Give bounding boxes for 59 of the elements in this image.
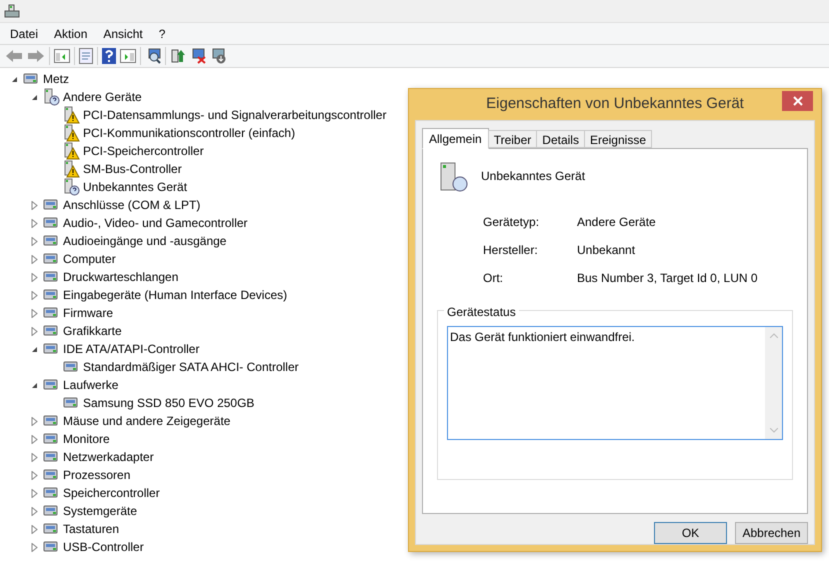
tree-item[interactable]: Audioeingänge und -ausgänge xyxy=(63,232,226,250)
tree-item[interactable]: Andere Geräte xyxy=(63,88,142,106)
tree-item[interactable]: USB-Controller xyxy=(63,538,144,556)
disable-device-icon[interactable] xyxy=(190,48,206,64)
property-value: Unbekannt xyxy=(577,242,636,259)
tree-item[interactable]: Unbekanntes Gerät xyxy=(83,178,188,196)
tree-item[interactable]: Speichercontroller xyxy=(63,484,160,502)
property-value: Bus Number 3, Target Id 0, LUN 0 xyxy=(577,270,758,287)
status-text-field[interactable]: Das Gerät funktioniert einwandfrei. xyxy=(447,326,783,440)
cancel-button[interactable]: Abbrechen xyxy=(735,522,808,544)
forward-arrow-icon[interactable] xyxy=(27,49,45,63)
close-icon xyxy=(792,96,802,106)
ok-button[interactable]: OK xyxy=(654,522,727,544)
tree-item[interactable]: Grafikkarte xyxy=(63,322,122,340)
tree-item[interactable]: Audio-, Video- und Gamecontroller xyxy=(63,214,248,232)
tree-item[interactable]: PCI-Datensammlungs- und Signalverarbeitungscontroller xyxy=(83,106,386,124)
device-name: Unbekanntes Gerät xyxy=(481,168,586,185)
tree-item[interactable]: Druckwarteschlangen xyxy=(63,268,178,286)
close-button[interactable] xyxy=(782,91,813,111)
tree-item[interactable]: Prozessoren xyxy=(63,466,130,484)
tree-item[interactable]: Standardmäßiger SATA AHCI- Controller xyxy=(83,358,299,376)
tab[interactable]: Allgemein xyxy=(422,128,489,149)
tree-item[interactable]: Anschlüsse (COM & LPT) xyxy=(63,196,200,214)
menu-item[interactable]: Ansicht xyxy=(97,24,149,42)
tree-item[interactable]: Systemgeräte xyxy=(63,502,138,520)
app-icon xyxy=(4,3,20,19)
tab[interactable]: Treiber xyxy=(488,130,538,148)
tree-item[interactable]: Firmware xyxy=(63,304,113,322)
back-arrow-icon[interactable] xyxy=(5,49,23,63)
tree-item[interactable]: Laufwerke xyxy=(63,376,118,394)
tree-item[interactable]: SM-Bus-Controller xyxy=(83,160,182,178)
panel-icon[interactable] xyxy=(54,49,70,63)
tree-item[interactable]: IDE ATA/ATAPI-Controller xyxy=(63,340,200,358)
help-icon[interactable] xyxy=(102,48,116,64)
uninstall-device-icon[interactable] xyxy=(210,48,226,64)
tree-item[interactable]: Eingabegeräte (Human Interface Devices) xyxy=(63,286,288,304)
property-label: Hersteller: xyxy=(483,242,539,259)
property-label: Gerätetyp: xyxy=(483,214,540,231)
update-driver-icon[interactable] xyxy=(170,48,186,64)
property-label: Ort: xyxy=(483,270,504,287)
tree-item[interactable]: PCI-Kommunikationscontroller (einfach) xyxy=(83,124,296,142)
tree-item[interactable]: Samsung SSD 850 EVO 250GB xyxy=(83,394,254,412)
status-text: Das Gerät funktioniert einwandfrei. xyxy=(450,330,635,344)
menu-item[interactable]: Datei xyxy=(4,24,44,42)
panel-icon[interactable] xyxy=(120,49,136,63)
properties-icon[interactable] xyxy=(79,48,93,64)
dialog-title: Eigenschaften von Unbekanntes Gerät xyxy=(486,94,744,114)
tab[interactable]: Details xyxy=(536,130,585,148)
property-value: Andere Geräte xyxy=(577,214,656,231)
tree-item[interactable]: Metz xyxy=(43,70,70,88)
tree-item[interactable]: Computer xyxy=(63,250,116,268)
tree-item[interactable]: Netzwerkadapter xyxy=(63,448,154,466)
tree-item[interactable]: Mäuse und andere Zeigegeräte xyxy=(63,412,230,430)
tree-item[interactable]: Tastaturen xyxy=(63,520,120,538)
menu-item[interactable]: ? xyxy=(152,24,172,42)
tab[interactable]: Ereignisse xyxy=(584,130,652,148)
tree-item[interactable]: Monitore xyxy=(63,430,110,448)
menu-item[interactable]: Aktion xyxy=(48,24,94,42)
tree-item[interactable]: PCI-Speichercontroller xyxy=(83,142,204,160)
